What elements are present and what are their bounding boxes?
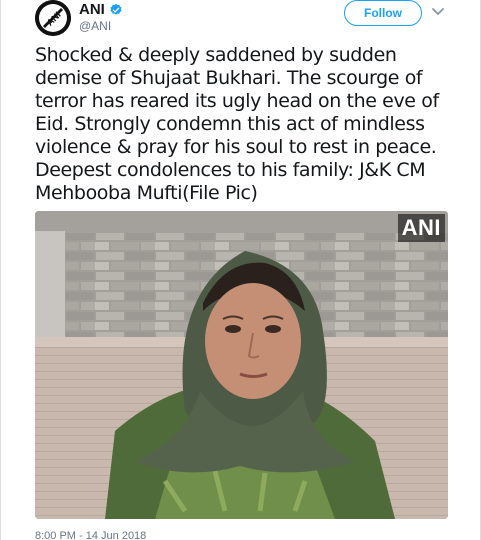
verified-badge-icon — [110, 3, 122, 15]
tweet-card: ANI ANI @ANI Follow Shocked & deeply sad… — [0, 0, 481, 540]
ani-logo-icon: ANI — [35, 0, 71, 36]
user-handle[interactable]: @ANI — [79, 19, 111, 33]
follow-button[interactable]: Follow — [344, 0, 422, 26]
photo-illustration — [35, 211, 448, 519]
tweet-photo[interactable]: ANI — [35, 211, 448, 519]
chevron-down-icon[interactable] — [431, 6, 445, 18]
media-watermark: ANI — [397, 214, 445, 242]
tweet-text: Shocked & deeply saddened by sudden demi… — [35, 44, 439, 204]
display-name[interactable]: ANI — [79, 1, 105, 18]
tweet-timestamp[interactable]: 8:00 PM - 14 Jun 2018 — [35, 530, 146, 540]
author-name-row: ANI — [79, 1, 123, 18]
avatar[interactable]: ANI — [35, 0, 71, 36]
